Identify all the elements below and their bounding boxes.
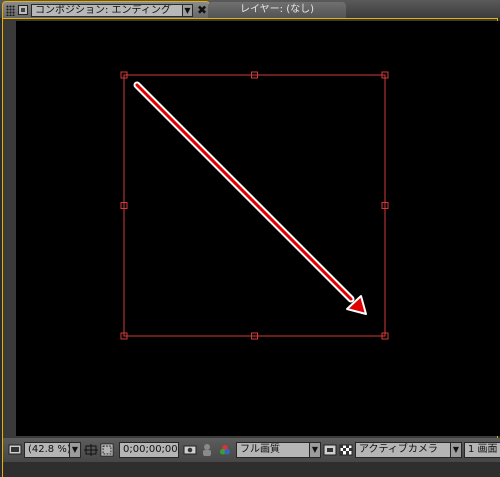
composition-tab-title[interactable]: コンポジション: エンディング (31, 4, 193, 17)
zoom-select[interactable]: (42.8 %) (24, 442, 71, 458)
grip-icon[interactable] (6, 5, 15, 16)
close-icon[interactable]: ✖ (197, 3, 207, 17)
region-icon[interactable] (100, 442, 114, 458)
view-layout-select[interactable]: 1 画面 (464, 442, 500, 458)
arrow-graphic[interactable] (133, 81, 367, 315)
composition-icon (18, 5, 28, 15)
timecode-display[interactable]: 0;00;00;00 (119, 442, 179, 458)
resolution-select[interactable]: フル画質 (236, 442, 310, 458)
viewer-toolbar: (42.8 %) ▼ 0;00;00;00 フル画質 ▼ アクティブカメラ ▼ … (3, 438, 500, 462)
camera-dropdown-icon[interactable]: ▼ (450, 442, 462, 458)
channel-icon[interactable] (218, 442, 232, 458)
zoom-dropdown-icon[interactable]: ▼ (69, 442, 81, 458)
fast-preview-icon[interactable] (323, 442, 337, 458)
panel-tab-bar: コンポジション: エンディング ▼ ✖ レイヤー: (なし) (0, 0, 500, 20)
viewer-canvas (120, 71, 389, 340)
resolution-dropdown-icon[interactable]: ▼ (309, 442, 321, 458)
camera-select[interactable]: アクティブカメラ (355, 442, 451, 458)
panel-bottom-edge (3, 462, 500, 477)
composition-tab-dropdown-icon[interactable]: ▼ (182, 4, 193, 17)
snapshot-icon[interactable] (183, 442, 197, 458)
layer-tab[interactable]: レイヤー: (なし) (208, 2, 346, 18)
transparency-grid-icon[interactable] (339, 442, 353, 458)
composition-viewer[interactable] (16, 21, 500, 436)
monitor-icon[interactable] (8, 442, 22, 458)
show-snapshot-icon[interactable] (200, 442, 214, 458)
safe-zones-icon[interactable] (84, 442, 98, 458)
